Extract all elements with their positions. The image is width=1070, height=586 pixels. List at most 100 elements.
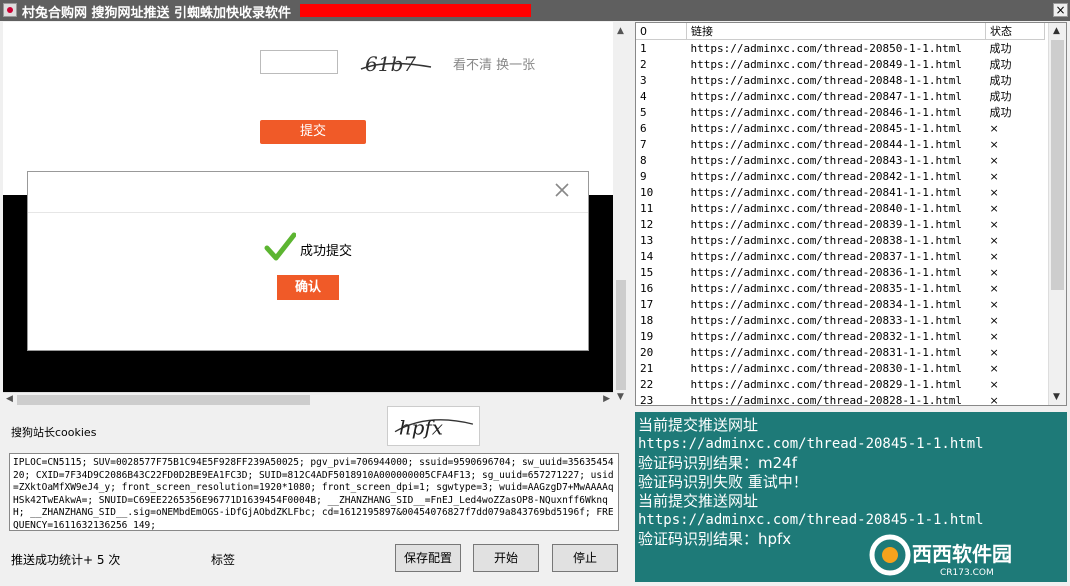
row-index-cell: 18: [640, 313, 654, 327]
row-index-cell: 20: [640, 345, 654, 359]
log-line: https://adminxc.com/thread-20845-1-1.htm…: [638, 512, 984, 528]
scroll-thumb[interactable]: [17, 395, 310, 405]
url-status-grid: 0 链接 状态 1 https://adminxc.com/thread-2085…: [635, 22, 1067, 406]
row-status-cell: ×: [989, 393, 999, 406]
row-index-cell: 16: [640, 281, 654, 295]
column-header-index[interactable]: 0: [636, 23, 687, 40]
row-index-cell: 4: [640, 89, 647, 103]
row-status-cell: ×: [989, 345, 999, 359]
table-row[interactable]: 11 https://adminxc.com/thread-20840-1-1.h…: [636, 200, 1045, 216]
title-bar: 村兔合购网 搜狗网址推送 引蜘蛛加快收录软件 ×: [0, 0, 1070, 21]
submit-button[interactable]: 提交: [260, 120, 366, 144]
row-index-cell: 13: [640, 233, 654, 247]
row-index-cell: 12: [640, 217, 654, 231]
row-status-cell: ×: [989, 185, 999, 199]
table-row[interactable]: 23 https://adminxc.com/thread-20828-1-1.h…: [636, 392, 1045, 406]
cookies-textarea[interactable]: IPLOC=CN5115; SUV=0028577F75B1C94E5F928F…: [9, 453, 619, 531]
refresh-captcha-link[interactable]: 看不清 换一张: [453, 54, 535, 73]
row-link-cell: https://adminxc.com/thread-20834-1-1.htm…: [690, 297, 963, 311]
table-header-row: 0 链接 状态: [636, 23, 1045, 40]
save-config-button[interactable]: 保存配置: [395, 544, 461, 572]
scroll-right-icon[interactable]: ▶: [603, 394, 610, 404]
table-row[interactable]: 16 https://adminxc.com/thread-20835-1-1.h…: [636, 280, 1045, 296]
success-modal: 成功提交 确认: [27, 171, 589, 351]
scroll-up-icon[interactable]: ▲: [1053, 26, 1060, 36]
row-index-cell: 10: [640, 185, 654, 199]
table-row[interactable]: 22 https://adminxc.com/thread-20829-1-1.h…: [636, 376, 1045, 392]
close-window-button[interactable]: ×: [1053, 3, 1068, 17]
table-row[interactable]: 12 https://adminxc.com/thread-20839-1-1.h…: [636, 216, 1045, 232]
captcha-input[interactable]: [260, 50, 338, 74]
start-button[interactable]: 开始: [473, 544, 539, 572]
row-link-cell: https://adminxc.com/thread-20830-1-1.htm…: [690, 361, 963, 375]
row-status-cell: 成功: [989, 74, 1012, 87]
row-link-cell: https://adminxc.com/thread-20832-1-1.htm…: [690, 329, 963, 343]
scroll-thumb[interactable]: [1051, 40, 1064, 290]
row-status-cell: 成功: [989, 58, 1012, 71]
log-line: 验证码识别结果：m24f: [638, 454, 797, 472]
table-row[interactable]: 3 https://adminxc.com/thread-20848-1-1.ht…: [636, 72, 1045, 88]
app-icon: [3, 3, 17, 17]
row-link-cell: https://adminxc.com/thread-20828-1-1.htm…: [690, 393, 963, 406]
row-status-cell: ×: [989, 265, 999, 279]
row-link-cell: https://adminxc.com/thread-20835-1-1.htm…: [690, 281, 963, 295]
table-row[interactable]: 20 https://adminxc.com/thread-20831-1-1.h…: [636, 344, 1045, 360]
table-row[interactable]: 5 https://adminxc.com/thread-20846-1-1.ht…: [636, 104, 1045, 120]
row-link-cell: https://adminxc.com/thread-20849-1-1.htm…: [690, 57, 963, 71]
log-line: 验证码识别失败 重试中！: [638, 473, 808, 491]
browser-horizontal-scrollbar[interactable]: ◀ ▶: [3, 392, 613, 407]
cookie-captcha-image[interactable]: hpfx: [387, 406, 480, 446]
confirm-button[interactable]: 确认: [277, 275, 339, 300]
window-title: 村兔合购网 搜狗网址推送 引蜘蛛加快收录软件: [22, 6, 292, 21]
row-status-cell: ×: [989, 169, 999, 183]
table-row[interactable]: 1 https://adminxc.com/thread-20850-1-1.ht…: [636, 40, 1045, 57]
table-row[interactable]: 10 https://adminxc.com/thread-20841-1-1.h…: [636, 184, 1045, 200]
row-status-cell: ×: [989, 377, 999, 391]
scroll-up-icon[interactable]: ▲: [617, 26, 624, 36]
row-link-cell: https://adminxc.com/thread-20839-1-1.htm…: [690, 217, 963, 231]
row-index-cell: 19: [640, 329, 654, 343]
row-index-cell: 3: [640, 73, 647, 87]
table-row[interactable]: 21 https://adminxc.com/thread-20830-1-1.h…: [636, 360, 1045, 376]
table-row[interactable]: 2 https://adminxc.com/thread-20849-1-1.ht…: [636, 56, 1045, 72]
table-row[interactable]: 13 https://adminxc.com/thread-20838-1-1.h…: [636, 232, 1045, 248]
stop-button[interactable]: 停止: [552, 544, 618, 572]
row-link-cell: https://adminxc.com/thread-20842-1-1.htm…: [690, 169, 963, 183]
scroll-thumb[interactable]: [616, 280, 626, 390]
table-row[interactable]: 19 https://adminxc.com/thread-20832-1-1.h…: [636, 328, 1045, 344]
row-link-cell: https://adminxc.com/thread-20836-1-1.htm…: [690, 265, 963, 279]
site-watermark-logo: 西西软件园 CR173.COM: [869, 534, 1012, 578]
row-link-cell: https://adminxc.com/thread-20848-1-1.htm…: [690, 73, 963, 87]
grid-vertical-scrollbar[interactable]: ▲ ▼: [1048, 23, 1066, 405]
row-link-cell: https://adminxc.com/thread-20844-1-1.htm…: [690, 137, 963, 151]
table-row[interactable]: 15 https://adminxc.com/thread-20836-1-1.h…: [636, 264, 1045, 280]
watermark-subtext: CR173.COM: [940, 568, 994, 578]
table-row[interactable]: 6 https://adminxc.com/thread-20845-1-1.ht…: [636, 120, 1045, 136]
scroll-left-icon[interactable]: ◀: [6, 394, 13, 404]
row-status-cell: ×: [989, 281, 999, 295]
row-index-cell: 15: [640, 265, 654, 279]
scroll-down-icon[interactable]: ▼: [1053, 392, 1060, 402]
column-header-status[interactable]: 状态: [985, 23, 1045, 40]
table-row[interactable]: 9 https://adminxc.com/thread-20842-1-1.ht…: [636, 168, 1045, 184]
row-index-cell: 22: [640, 377, 654, 391]
table-row[interactable]: 7 https://adminxc.com/thread-20844-1-1.ht…: [636, 136, 1045, 152]
table-row[interactable]: 18 https://adminxc.com/thread-20833-1-1.h…: [636, 312, 1045, 328]
row-link-cell: https://adminxc.com/thread-20847-1-1.htm…: [690, 89, 963, 103]
row-status-cell: ×: [989, 313, 999, 327]
browser-vertical-scrollbar[interactable]: ▲ ▼: [613, 22, 629, 406]
row-status-cell: ×: [989, 201, 999, 215]
table-row[interactable]: 14 https://adminxc.com/thread-20837-1-1.h…: [636, 248, 1045, 264]
row-status-cell: ×: [989, 217, 999, 231]
row-index-cell: 23: [640, 393, 654, 406]
column-header-link[interactable]: 链接: [686, 23, 986, 40]
table-row[interactable]: 17 https://adminxc.com/thread-20834-1-1.h…: [636, 296, 1045, 312]
table-row[interactable]: 4 https://adminxc.com/thread-20847-1-1.ht…: [636, 88, 1045, 104]
push-success-stats: 推送成功统计+ 5 次: [11, 553, 121, 567]
modal-close-icon[interactable]: [554, 182, 570, 198]
row-index-cell: 21: [640, 361, 654, 375]
table-row[interactable]: 8 https://adminxc.com/thread-20843-1-1.ht…: [636, 152, 1045, 168]
captcha-image: 61b7: [360, 52, 432, 76]
row-status-cell: ×: [989, 297, 999, 311]
scroll-down-icon[interactable]: ▼: [617, 392, 624, 402]
